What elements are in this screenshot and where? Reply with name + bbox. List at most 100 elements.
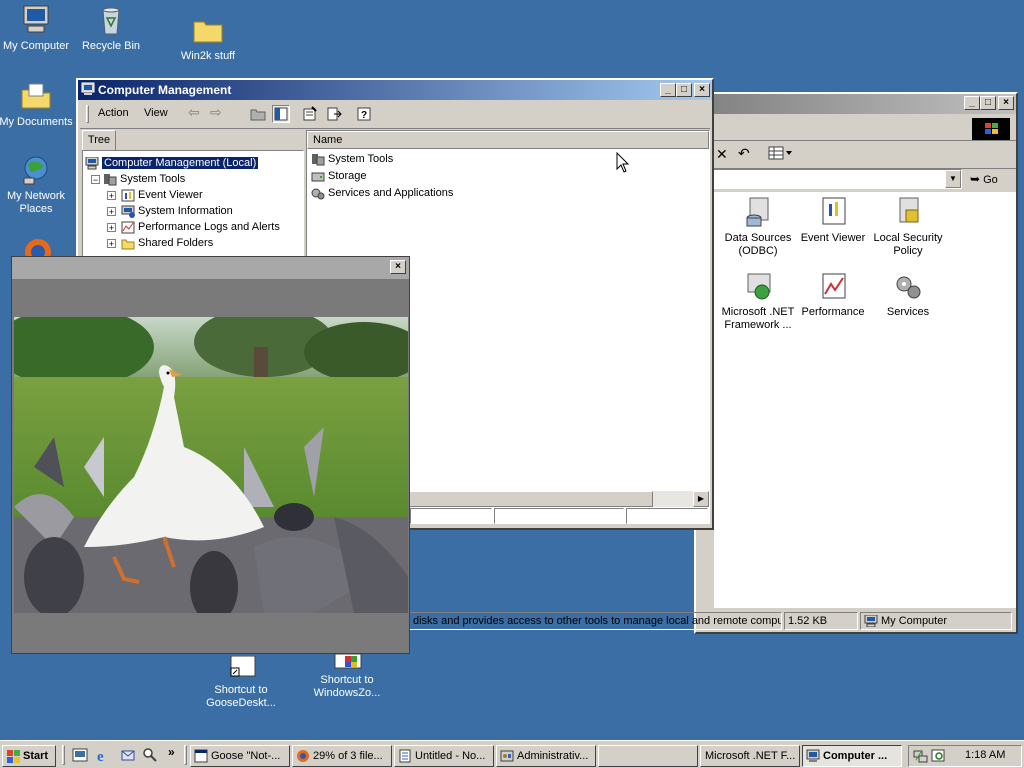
outlook-express-icon[interactable] (120, 747, 136, 763)
tree-label: Computer Management (Local) (100, 156, 260, 170)
windows-logo-icon (972, 118, 1010, 140)
desktop-icon-my-network-places[interactable]: My Network Places (0, 154, 76, 216)
computer-icon (20, 4, 52, 36)
item-services[interactable]: Services (868, 270, 948, 319)
taskbar-button-net-framework[interactable]: Microsoft .NET F... (700, 745, 800, 767)
goose-video-frame (14, 317, 408, 613)
start-label: Start (23, 750, 49, 762)
expand-toggle[interactable]: + (107, 191, 116, 201)
item-performance[interactable]: Performance (793, 270, 873, 319)
properties-icon[interactable] (302, 106, 318, 122)
minimize-button[interactable]: _ (660, 83, 676, 97)
folder-icon (192, 14, 224, 46)
taskbar-button-notepad[interactable]: Untitled - No... (394, 745, 494, 767)
collapse-toggle[interactable]: − (91, 175, 100, 185)
tree-label: System Information (138, 205, 233, 217)
item-data-sources-odbc[interactable]: Data Sources (ODBC) (718, 196, 798, 258)
control-panel-icon (500, 749, 514, 763)
clock[interactable]: 1:18 AM (965, 749, 1005, 761)
desktop-icon-label: Win2k stuff (180, 50, 236, 62)
undo-icon[interactable]: ↶ (738, 145, 750, 162)
shortcut-icon (225, 655, 257, 688)
list-item-services-and-applications[interactable]: Services and Applications (311, 185, 453, 201)
taskbar-button-administrative-tools[interactable]: Administrativ... (496, 745, 596, 767)
show-desktop-icon[interactable] (72, 747, 88, 763)
delete-icon[interactable]: ✕ (716, 146, 728, 163)
desktop-icon-win2k-stuff[interactable]: Win2k stuff (168, 14, 248, 63)
back-arrow-icon[interactable]: ⇦ (188, 104, 200, 121)
go-button[interactable]: ➥ Go (970, 170, 1012, 188)
tree-item-system-information[interactable]: System Information (121, 203, 233, 219)
maximize-button[interactable]: □ (980, 96, 996, 110)
item-local-security-policy[interactable]: Local Security Policy (868, 196, 948, 258)
toolbar-grip (86, 105, 89, 123)
popup-titlebar[interactable]: × (12, 257, 409, 279)
item-microsoft-net-framework[interactable]: Microsoft .NET Framework ... (718, 270, 798, 332)
status-zone: My Computer (860, 612, 1012, 630)
up-folder-icon[interactable] (250, 106, 266, 122)
window-titlebar[interactable]: _ □ × (696, 94, 1016, 114)
taskbar-button-computer-management[interactable]: Computer ... (802, 745, 902, 767)
address-input[interactable]: ▼ (696, 169, 962, 189)
expand-toggle[interactable]: + (107, 223, 116, 233)
chevron-down-icon[interactable]: ▼ (945, 170, 961, 188)
close-button[interactable]: × (694, 83, 710, 97)
tab-tree[interactable]: Tree (82, 130, 116, 150)
computer-icon (864, 614, 878, 628)
menu-action[interactable]: Action (98, 107, 129, 119)
item-event-viewer[interactable]: Event Viewer (793, 196, 873, 245)
tree-item-shared-folders[interactable]: Shared Folders (121, 235, 213, 251)
search-icon[interactable] (142, 747, 158, 763)
goose-video-window[interactable]: × (11, 256, 410, 654)
shared-folder-icon (121, 237, 135, 250)
tree-item-computer-management-local[interactable]: Computer Management (Local) (85, 155, 260, 171)
desktop-icon-shortcut-windowszone[interactable]: Shortcut to WindowsZo... (307, 652, 387, 700)
expand-toggle[interactable]: + (107, 207, 116, 217)
column-header-name[interactable]: Name (307, 131, 709, 149)
item-label: Performance (801, 306, 865, 318)
close-button[interactable]: × (390, 260, 406, 274)
system-tools-icon (103, 173, 117, 186)
firefox-icon[interactable] (22, 236, 54, 265)
tree-item-system-tools[interactable]: System Tools (103, 171, 185, 187)
menu-view[interactable]: View (144, 107, 168, 119)
show-tree-icon[interactable] (272, 105, 290, 123)
taskbar-button-goose[interactable]: Goose "Not-... (190, 745, 290, 767)
expand-toggle[interactable]: + (107, 239, 116, 249)
forward-arrow-icon[interactable]: ⇨ (210, 104, 222, 121)
tree-item-performance-logs-and-alerts[interactable]: Performance Logs and Alerts (121, 219, 280, 235)
list-item-system-tools[interactable]: System Tools (311, 151, 393, 167)
administrative-tools-window[interactable]: _ □ × ✕ ↶ ▼ ➥ Go Data Sources (ODBC) Eve… (396, 92, 1018, 634)
taskbar-button-blank[interactable] (598, 745, 698, 767)
desktop-icon-my-computer[interactable]: My Computer (0, 4, 76, 53)
maximize-button[interactable]: □ (676, 83, 692, 97)
recycle-bin-icon (95, 4, 127, 36)
item-label: Microsoft .NET Framework ... (721, 306, 795, 331)
go-arrow-icon: ➥ (970, 172, 981, 186)
close-button[interactable]: × (998, 96, 1014, 110)
tree-item-event-viewer[interactable]: Event Viewer (121, 187, 203, 203)
list-label: Services and Applications (328, 187, 454, 199)
help-icon[interactable]: ? (356, 106, 372, 122)
taskbar-button-label: Computer ... (823, 750, 888, 762)
desktop-icon-shortcut-goosedesktop[interactable]: Shortcut to GooseDeskt... (201, 655, 281, 710)
quicklaunch-chevron[interactable]: » (168, 745, 175, 759)
taskbar-button-download[interactable]: 29% of 3 file... (292, 745, 392, 767)
minimize-button[interactable]: _ (964, 96, 980, 110)
database-icon (742, 196, 774, 228)
scroll-right-arrow-icon[interactable]: ▶ (693, 491, 709, 507)
tree-pane[interactable]: Computer Management (Local) − System Too… (82, 150, 304, 260)
tray-network-icon[interactable] (913, 748, 929, 764)
start-button[interactable]: Start (2, 745, 56, 767)
taskbar: Start e » Goose "Not-... 29% of 3 file..… (0, 740, 1024, 768)
desktop-icon-recycle-bin[interactable]: Recycle Bin (71, 4, 151, 53)
views-icon[interactable] (768, 146, 792, 160)
window-titlebar[interactable]: Computer Management _ □ × (78, 80, 712, 100)
tray-search-icon[interactable] (931, 748, 947, 764)
list-item-storage[interactable]: Storage (311, 168, 367, 184)
file-view[interactable]: Data Sources (ODBC) Event Viewer Local S… (714, 192, 1016, 608)
internet-explorer-icon[interactable]: e (96, 747, 112, 765)
export-list-icon[interactable] (326, 106, 342, 122)
desktop-icon-my-documents[interactable]: My Documents (0, 80, 76, 129)
window-icon (194, 749, 208, 763)
